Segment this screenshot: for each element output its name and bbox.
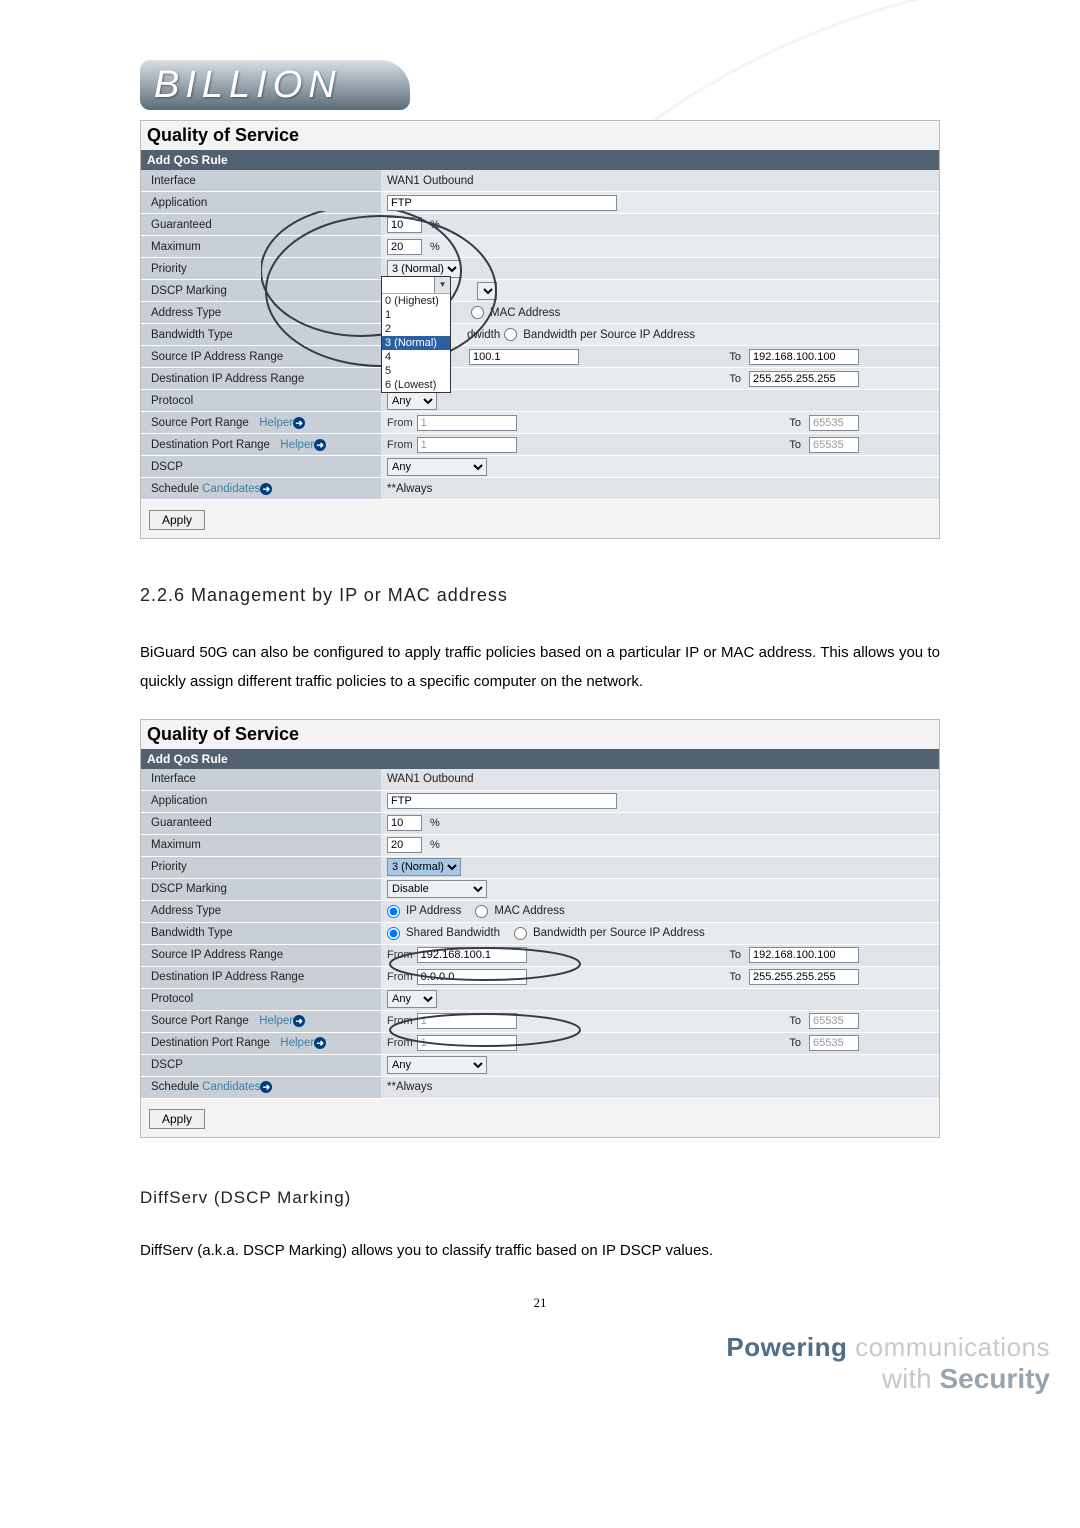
- mac-address-radio[interactable]: [471, 306, 484, 319]
- dropdown-option-6[interactable]: 6 (Lowest): [382, 378, 450, 392]
- bw-per-src-radio-2[interactable]: [514, 927, 527, 940]
- dscp-marking-dropdown-open[interactable]: ▾ 0 (Highest) 1 2 3 (Normal) 4 5 6 (Lowe…: [381, 276, 451, 393]
- label-dscp-marking: DSCP Marking: [141, 280, 381, 301]
- dst-ip-from-2[interactable]: [417, 969, 527, 985]
- application-input[interactable]: [387, 195, 617, 211]
- dst-port-to-2[interactable]: [809, 1035, 859, 1051]
- apply-button[interactable]: Apply: [149, 510, 205, 530]
- application-input-2[interactable]: [387, 793, 617, 809]
- dropdown-option-1[interactable]: 1: [382, 308, 450, 322]
- src-ip-from-2[interactable]: [417, 947, 527, 963]
- chevron-down-icon[interactable]: ▾: [434, 277, 450, 293]
- src-port-from[interactable]: [417, 415, 517, 431]
- dscp-select-2[interactable]: Any: [387, 1056, 487, 1074]
- percent-label: %: [430, 219, 440, 231]
- shared-bw-radio-2[interactable]: [387, 927, 400, 940]
- dropdown-option-4[interactable]: 4: [382, 350, 450, 364]
- dropdown-selected: [382, 277, 434, 293]
- maximum-input[interactable]: [387, 239, 422, 255]
- dropdown-option-5[interactable]: 5: [382, 364, 450, 378]
- billion-logo: BILLION: [140, 60, 410, 110]
- helper-icon[interactable]: ➜: [314, 439, 326, 451]
- src-port-to[interactable]: [809, 415, 859, 431]
- logo-text: BILLION: [154, 64, 342, 107]
- qos-subtitle: Add QoS Rule: [141, 150, 939, 170]
- mac-address-radio-2[interactable]: [475, 905, 488, 918]
- dst-port-from[interactable]: [417, 437, 517, 453]
- label-bandwidth-type: Bandwidth Type: [141, 324, 381, 345]
- dst-port-to[interactable]: [809, 437, 859, 453]
- body-226: BiGuard 50G can also be configured to ap…: [140, 638, 940, 697]
- qos-title: Quality of Service: [141, 121, 939, 150]
- bw-partial: dwidth: [467, 329, 500, 341]
- src-ip-to[interactable]: [749, 349, 859, 365]
- qos-panel-2: Quality of Service Add QoS Rule Interfac…: [140, 719, 940, 1138]
- helper-icon[interactable]: ➜: [260, 1081, 272, 1093]
- src-ip-to-2[interactable]: [749, 947, 859, 963]
- label-dscp: DSCP: [141, 456, 381, 477]
- priority-select-2[interactable]: 3 (Normal): [387, 858, 461, 876]
- value-interface: WAN1 Outbound: [387, 175, 474, 187]
- secondary-select[interactable]: [477, 282, 497, 300]
- label-dst-ip: Destination IP Address Range: [141, 368, 381, 389]
- ip-address-radio-2[interactable]: [387, 905, 400, 918]
- helper-icon[interactable]: ➜: [314, 1037, 326, 1049]
- bw-per-src-radio[interactable]: [504, 328, 517, 341]
- apply-button-2[interactable]: Apply: [149, 1109, 205, 1129]
- body-diffserv: DiffServ (a.k.a. DSCP Marking) allows yo…: [140, 1236, 940, 1265]
- heading-226: 2.2.6 Management by IP or MAC address: [140, 585, 940, 606]
- label-guaranteed: Guaranteed: [141, 214, 381, 235]
- protocol-select-2[interactable]: Any: [387, 990, 437, 1008]
- src-port-from-2[interactable]: [417, 1013, 517, 1029]
- src-ip-from[interactable]: [469, 349, 579, 365]
- guaranteed-input[interactable]: [387, 217, 422, 233]
- dst-ip-to-2[interactable]: [749, 969, 859, 985]
- page-number: 21: [140, 1295, 940, 1311]
- dst-port-from-2[interactable]: [417, 1035, 517, 1051]
- label-dst-port: Destination Port Range Helper ➜: [141, 434, 381, 455]
- powering-tagline: Powering communications with Security: [726, 1332, 1050, 1395]
- dropdown-option-0[interactable]: 0 (Highest): [382, 294, 450, 308]
- heading-diffserv: DiffServ (DSCP Marking): [140, 1188, 940, 1208]
- dropdown-option-3[interactable]: 3 (Normal): [382, 336, 450, 350]
- guaranteed-input-2[interactable]: [387, 815, 422, 831]
- src-port-to-2[interactable]: [809, 1013, 859, 1029]
- label-application: Application: [141, 192, 381, 213]
- dropdown-option-2[interactable]: 2: [382, 322, 450, 336]
- protocol-select[interactable]: Any: [387, 392, 437, 410]
- label-interface: Interface: [141, 170, 381, 191]
- maximum-input-2[interactable]: [387, 837, 422, 853]
- candidates-link[interactable]: Candidates: [202, 483, 260, 495]
- schedule-value: **Always: [387, 483, 432, 495]
- label-src-port: Source Port Range Helper ➜: [141, 412, 381, 433]
- helper-icon[interactable]: ➜: [293, 417, 305, 429]
- label-priority: Priority: [141, 258, 381, 279]
- label-schedule: Schedule Candidates ➜: [141, 478, 381, 499]
- label-protocol: Protocol: [141, 390, 381, 411]
- helper-link[interactable]: Helper: [259, 417, 293, 429]
- dst-ip-to[interactable]: [749, 371, 859, 387]
- label-address-type: Address Type: [141, 302, 381, 323]
- label-src-ip: Source IP Address Range: [141, 346, 381, 367]
- helper-icon[interactable]: ➜: [293, 1015, 305, 1027]
- dscp-select[interactable]: Any: [387, 458, 487, 476]
- dscp-marking-select-2[interactable]: Disable: [387, 880, 487, 898]
- label-maximum: Maximum: [141, 236, 381, 257]
- qos-panel-1: Quality of Service Add QoS Rule Interfac…: [140, 120, 940, 539]
- helper-icon[interactable]: ➜: [260, 483, 272, 495]
